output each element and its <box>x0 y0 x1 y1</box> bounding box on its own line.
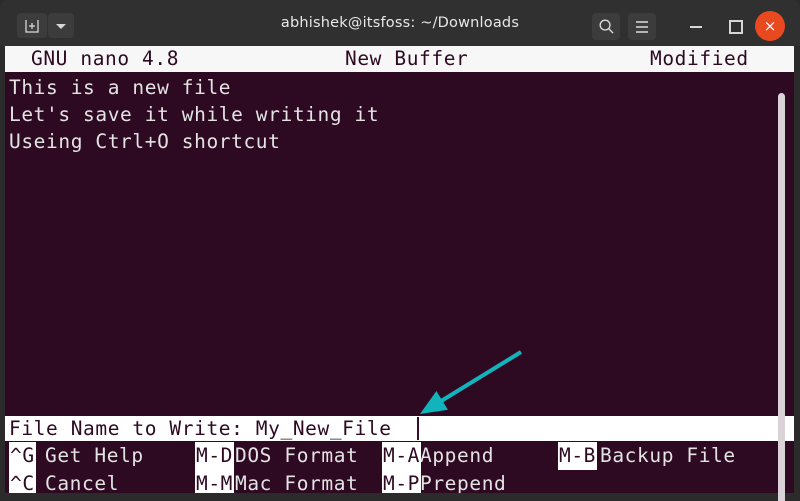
shortcut-row: ^C Cancel M-M Mac Format M-P Prepend <box>5 470 794 493</box>
filename-prompt-row[interactable]: File Name to Write: My_New_File <box>5 416 794 441</box>
hamburger-menu-icon[interactable] <box>628 13 656 40</box>
nano-modified-label: Modified <box>650 47 749 70</box>
shortcut-label[interactable]: Mac Format <box>235 470 358 493</box>
window-title: abhishek@itsfoss: ~/Downloads <box>280 15 520 31</box>
shortcut-key[interactable]: ^C <box>9 470 36 493</box>
maximize-icon <box>729 20 743 34</box>
buffer-line: Useing Ctrl+O shortcut <box>9 130 281 153</box>
nano-version-label: GNU nano 4.8 <box>31 47 180 70</box>
shortcut-key[interactable]: ^G <box>9 442 36 470</box>
shortcut-label[interactable]: Get Help <box>45 442 144 470</box>
shortcut-key[interactable]: M-D <box>195 442 235 470</box>
terminal-area[interactable]: GNU nano 4.8 New Buffer Modified This is… <box>0 46 800 501</box>
buffer-line: This is a new file <box>9 76 232 99</box>
shortcut-key[interactable]: M-M <box>195 470 235 493</box>
shortcut-label[interactable]: Append <box>420 442 494 470</box>
close-button[interactable]: × <box>755 11 785 41</box>
filename-cursor <box>417 417 419 440</box>
nano-titlebar: GNU nano 4.8 New Buffer Modified <box>5 46 794 72</box>
shortcut-label[interactable]: Backup File <box>600 442 736 470</box>
maximize-button[interactable] <box>723 14 749 40</box>
minimize-icon <box>690 26 702 28</box>
shortcut-row: ^G Get Help M-D DOS Format M-A Append M-B Backu… <box>5 442 794 470</box>
terminal-window-screenshot: abhishek@itsfoss: ~/Downloads × GNU nano… <box>0 0 800 501</box>
window-titlebar: abhishek@itsfoss: ~/Downloads × <box>0 0 800 46</box>
nano-editor[interactable]: GNU nano 4.8 New Buffer Modified This is… <box>5 46 794 493</box>
filename-prompt-text: File Name to Write: My_New_File <box>9 417 392 440</box>
shortcut-label[interactable]: DOS Format <box>235 442 358 470</box>
nano-buffer-label: New Buffer <box>345 47 469 70</box>
search-icon[interactable] <box>592 13 620 40</box>
minimize-button[interactable] <box>683 14 709 40</box>
shortcut-label[interactable]: Cancel <box>45 470 119 493</box>
shortcut-label[interactable]: Prepend <box>420 470 506 493</box>
terminal-scrollbar[interactable] <box>778 93 785 501</box>
shortcut-key[interactable]: M-A <box>382 442 422 470</box>
shortcut-key[interactable]: M-P <box>382 470 422 493</box>
buffer-line: Let's save it while writing it <box>9 103 380 126</box>
shortcut-key[interactable]: M-B <box>558 442 598 470</box>
